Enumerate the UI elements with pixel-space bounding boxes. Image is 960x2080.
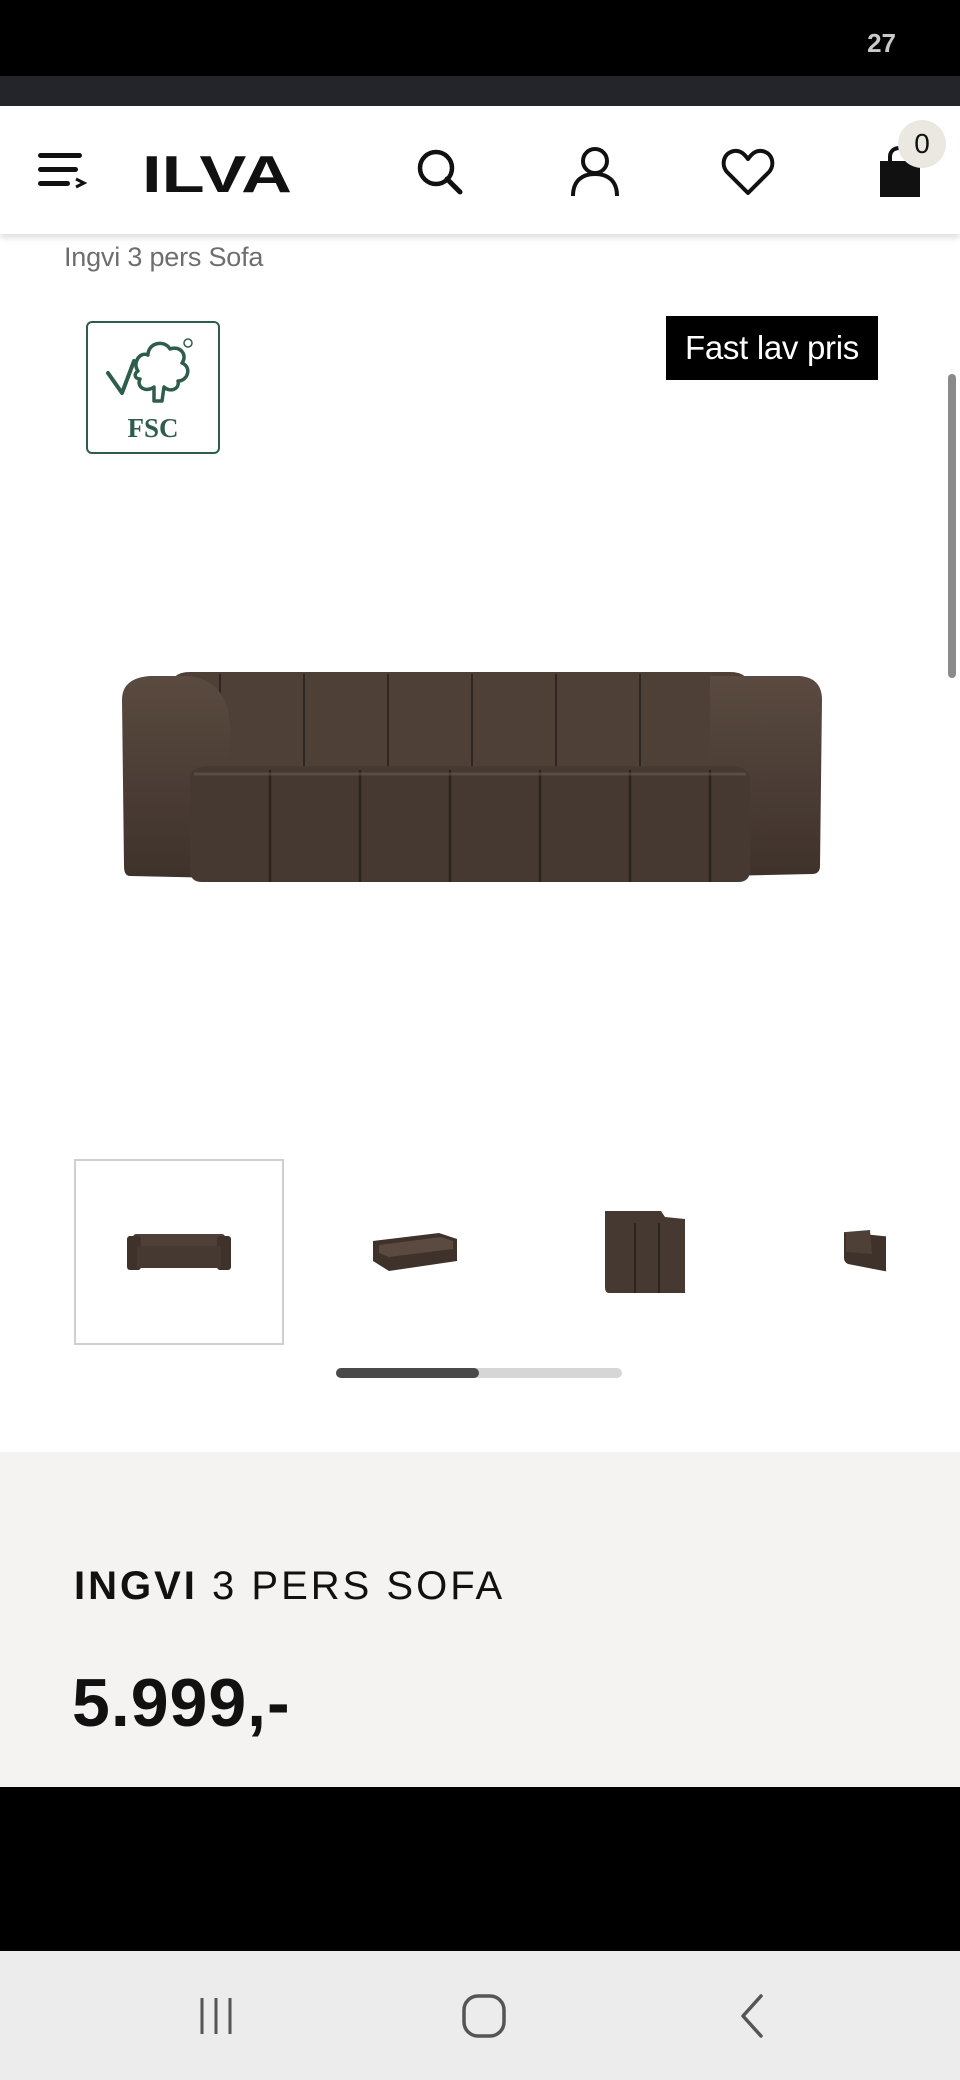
thumbnail-carousel[interactable]: [74, 1159, 886, 1345]
product-page: Ingvi 3 pers Sofa FSC Fast lav pris INGV…: [0, 234, 960, 1787]
site-header: ILVA 0: [0, 106, 960, 234]
search-icon[interactable]: [410, 142, 470, 202]
thumbnail-back[interactable]: [770, 1159, 886, 1345]
browser-strip: [0, 76, 960, 106]
status-bar: 27: [0, 0, 960, 76]
product-price: 5.999,-: [72, 1665, 291, 1741]
ilva-logo[interactable]: ILVA: [142, 150, 292, 196]
menu-icon[interactable]: [32, 144, 92, 196]
product-info-panel: INGVI 3 PERS SOFA 5.999,-: [0, 1452, 960, 1787]
cart-count-badge: 0: [898, 120, 946, 168]
fast-low-price-badge: Fast lav pris: [666, 316, 878, 380]
fsc-label: FSC: [127, 413, 178, 443]
thumbnail-front[interactable]: [74, 1159, 284, 1345]
blank-area: [0, 1787, 960, 1951]
heart-icon[interactable]: [716, 142, 780, 202]
product-main-image[interactable]: [110, 570, 830, 1100]
thumbnail-side[interactable]: [540, 1159, 750, 1345]
product-title: INGVI 3 PERS SOFA: [74, 1564, 505, 1609]
account-icon[interactable]: [562, 140, 628, 204]
product-brand: INGVI: [74, 1564, 198, 1608]
home-icon[interactable]: [449, 1981, 519, 2051]
recents-icon[interactable]: [181, 1981, 251, 2051]
logo-text: ILVA: [142, 150, 292, 196]
thumbnail-scroll-indicator[interactable]: [336, 1368, 622, 1378]
status-time: 27: [867, 28, 896, 58]
product-name: 3 PERS SOFA: [212, 1564, 506, 1608]
system-nav-bar: [0, 1951, 960, 2080]
page-scrollbar[interactable]: [948, 374, 956, 678]
thumbnail-angle[interactable]: [310, 1159, 520, 1345]
thumbnail-scroll-fill: [336, 1368, 479, 1378]
breadcrumb[interactable]: Ingvi 3 pers Sofa: [64, 242, 263, 273]
back-icon[interactable]: [718, 1981, 788, 2051]
fsc-logo: FSC: [86, 321, 220, 454]
